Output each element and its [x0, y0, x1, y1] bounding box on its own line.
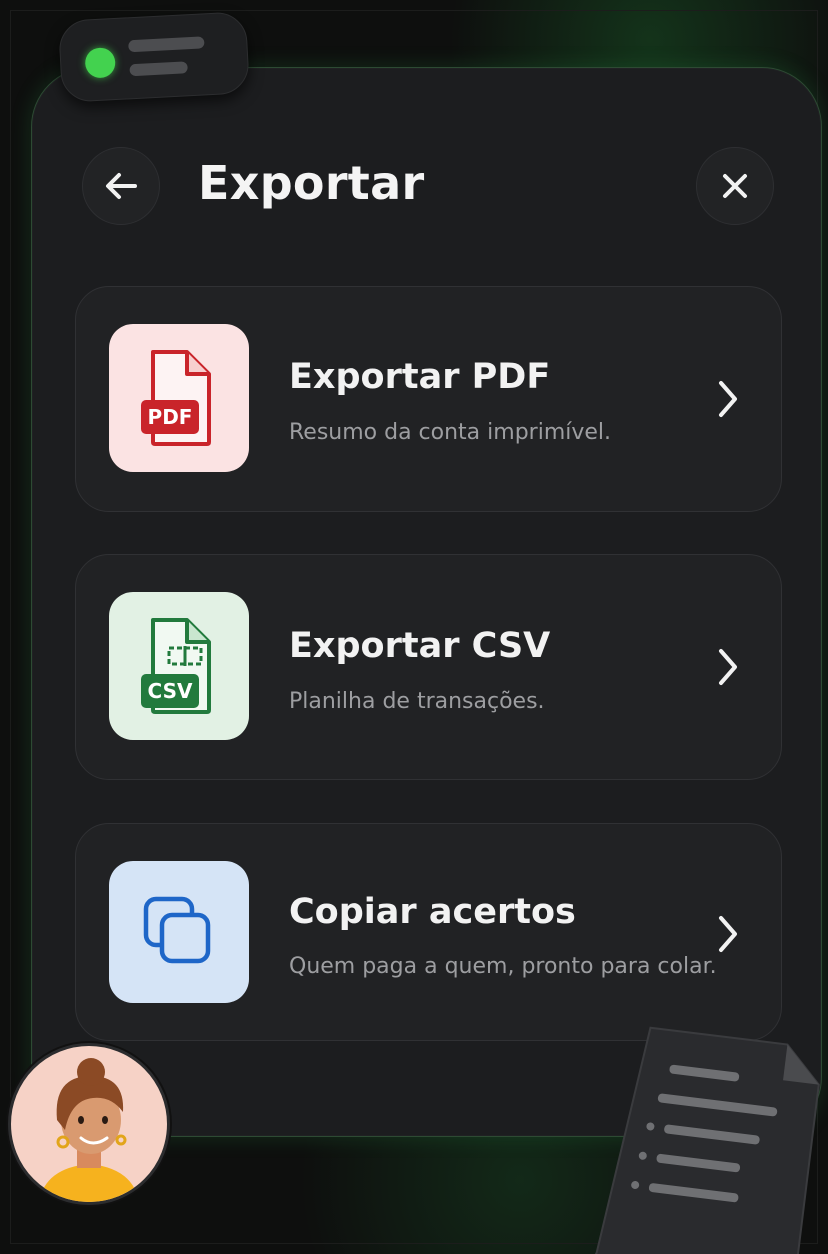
- close-button[interactable]: [696, 147, 774, 225]
- pdf-file-icon: PDF: [141, 350, 211, 446]
- app-screen: Exportar PDF Exportar PDF Resumo da cont…: [0, 0, 828, 1254]
- option-title: Exportar PDF: [289, 357, 551, 397]
- option-title: Exportar CSV: [289, 626, 551, 666]
- option-subtitle: Quem paga a quem, pronto para colar.: [289, 954, 717, 979]
- option-title: Copiar acertos: [289, 892, 576, 932]
- copy-tile: [109, 861, 249, 1003]
- document-illustration-icon: [594, 1026, 820, 1254]
- back-button[interactable]: [82, 147, 160, 225]
- csv-badge-text: CSV: [148, 679, 193, 703]
- online-status-dot: [84, 47, 116, 79]
- chevron-right-icon: [719, 649, 737, 685]
- chevron-right-icon: [719, 381, 737, 417]
- arrow-left-icon: [106, 173, 137, 199]
- csv-file-icon: CSV: [141, 618, 211, 714]
- status-pill: [57, 11, 251, 103]
- csv-tile: CSV: [109, 592, 249, 740]
- status-line: [128, 36, 205, 53]
- export-csv-option[interactable]: CSV Exportar CSV Planilha de transações.: [75, 554, 782, 780]
- pdf-badge-text: PDF: [148, 405, 193, 429]
- page-title: Exportar: [198, 156, 425, 210]
- option-subtitle: Planilha de transações.: [289, 689, 545, 714]
- user-avatar: [8, 1043, 170, 1205]
- copy-icon: [143, 896, 211, 964]
- export-pdf-option[interactable]: PDF Exportar PDF Resumo da conta imprimí…: [75, 286, 782, 512]
- pdf-tile: PDF: [109, 324, 249, 472]
- close-icon: [723, 174, 747, 198]
- status-line: [129, 61, 188, 77]
- copy-settlements-option[interactable]: Copiar acertos Quem paga a quem, pronto …: [75, 823, 782, 1041]
- option-subtitle: Resumo da conta imprimível.: [289, 420, 612, 445]
- chevron-right-icon: [719, 916, 737, 952]
